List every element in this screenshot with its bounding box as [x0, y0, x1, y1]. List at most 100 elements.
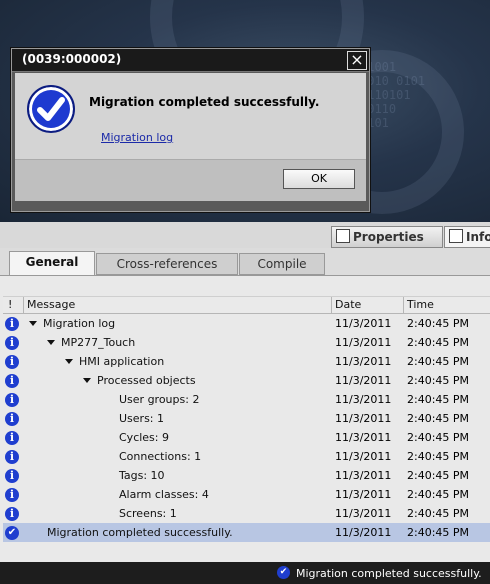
collapse-triangle-icon[interactable]	[65, 359, 73, 364]
time-cell: 2:40:45 PM	[407, 317, 470, 330]
table-row[interactable]: i MP277_Touch 11/3/2011 2:40:45 PM	[3, 333, 490, 352]
tab-info[interactable]: Info	[444, 226, 490, 248]
info-icon: i	[5, 374, 19, 388]
check-icon: ✔	[5, 526, 19, 540]
column-separator[interactable]	[23, 297, 24, 313]
tab-general[interactable]: General	[9, 251, 95, 276]
table-row[interactable]: i Migration log 11/3/2011 2:40:45 PM	[3, 314, 490, 333]
date-cell: 11/3/2011	[335, 374, 392, 387]
message-cell: Migration completed successfully.	[47, 526, 233, 539]
success-check-icon	[27, 85, 75, 133]
inspector-panel: Properties Info General Cross-references…	[0, 222, 490, 562]
column-header-flag[interactable]: !	[8, 298, 12, 311]
close-icon: ×	[350, 50, 364, 69]
column-header-time[interactable]: Time	[407, 298, 434, 311]
sub-tab-strip: General Cross-references Compile	[0, 248, 490, 276]
info-tab-icon	[449, 229, 463, 243]
time-cell: 2:40:45 PM	[407, 374, 470, 387]
close-button[interactable]: ×	[347, 51, 367, 70]
tab-properties[interactable]: Properties	[331, 226, 443, 248]
time-cell: 2:40:45 PM	[407, 412, 470, 425]
message-cell: Users: 1	[119, 412, 165, 425]
table-row[interactable]: i Processed objects 11/3/2011 2:40:45 PM	[3, 371, 490, 390]
date-cell: 11/3/2011	[335, 469, 392, 482]
info-icon: i	[5, 412, 19, 426]
date-cell: 11/3/2011	[335, 526, 392, 539]
date-cell: 11/3/2011	[335, 431, 392, 444]
divider	[0, 275, 490, 276]
message-cell: Alarm classes: 4	[119, 488, 209, 501]
date-cell: 11/3/2011	[335, 507, 392, 520]
info-icon: i	[5, 507, 19, 521]
dialog-footer: OK	[15, 159, 366, 201]
info-icon: i	[5, 336, 19, 350]
tab-info-label: Info	[466, 230, 490, 244]
dialog-titlebar[interactable]: (0039:000002) ×	[12, 49, 369, 72]
message-cell: HMI application	[79, 355, 165, 368]
date-cell: 11/3/2011	[335, 412, 392, 425]
table-row[interactable]: ✔ Migration completed successfully. 11/3/2…	[3, 523, 490, 542]
info-icon: i	[5, 431, 19, 445]
info-icon: i	[5, 488, 19, 502]
dialog-title: (0039:000002)	[22, 52, 122, 66]
message-cell: Cycles: 9	[119, 431, 169, 444]
info-icon: i	[5, 355, 19, 369]
time-cell: 2:40:45 PM	[407, 336, 470, 349]
column-separator[interactable]	[403, 297, 404, 313]
date-cell: 11/3/2011	[335, 393, 392, 406]
status-message[interactable]: Migration completed successfully.	[296, 567, 482, 580]
message-cell: Processed objects	[97, 374, 196, 387]
time-cell: 2:40:45 PM	[407, 355, 470, 368]
table-body: i Migration log 11/3/2011 2:40:45 PM i MP277_…	[3, 314, 490, 542]
date-cell: 11/3/2011	[335, 317, 392, 330]
info-icon: i	[5, 469, 19, 483]
dialog-message: Migration completed successfully.	[89, 95, 320, 109]
message-cell: MP277_Touch	[61, 336, 136, 349]
column-header-message[interactable]: Message	[27, 298, 75, 311]
time-cell: 2:40:45 PM	[407, 450, 470, 463]
dialog-body: Migration completed successfully. Migrat…	[15, 73, 366, 201]
ok-button[interactable]: OK	[283, 169, 355, 189]
collapse-triangle-icon[interactable]	[47, 340, 55, 345]
tab-compile[interactable]: Compile	[239, 253, 325, 275]
info-icon: i	[5, 393, 19, 407]
time-cell: 2:40:45 PM	[407, 488, 470, 501]
collapse-triangle-icon[interactable]	[83, 378, 91, 383]
time-cell: 2:40:45 PM	[407, 469, 470, 482]
tab-properties-label: Properties	[353, 230, 424, 244]
time-cell: 2:40:45 PM	[407, 431, 470, 444]
table-header: ! Message Date Time	[3, 296, 490, 314]
migration-dialog: (0039:000002) × Migration completed succ…	[11, 48, 370, 212]
date-cell: 11/3/2011	[335, 488, 392, 501]
message-table: ! Message Date Time i Migration log 11/3/2…	[3, 296, 490, 542]
time-cell: 2:40:45 PM	[407, 393, 470, 406]
properties-icon	[336, 229, 350, 243]
info-icon: i	[5, 450, 19, 464]
panel-tab-strip: Properties Info	[0, 222, 490, 249]
table-row[interactable]: i User groups: 2 11/3/2011 2:40:45 PM	[3, 390, 490, 409]
table-row[interactable]: i Users: 1 11/3/2011 2:40:45 PM	[3, 409, 490, 428]
table-row[interactable]: i HMI application 11/3/2011 2:40:45 PM	[3, 352, 490, 371]
info-icon: i	[5, 317, 19, 331]
table-row[interactable]: i Cycles: 9 11/3/2011 2:40:45 PM	[3, 428, 490, 447]
status-check-icon: ✔	[277, 566, 290, 579]
tab-cross-references[interactable]: Cross-references	[96, 253, 238, 275]
date-cell: 11/3/2011	[335, 355, 392, 368]
message-cell: Tags: 10	[119, 469, 165, 482]
message-cell: Connections: 1	[119, 450, 202, 463]
date-cell: 11/3/2011	[335, 336, 392, 349]
time-cell: 2:40:45 PM	[407, 526, 470, 539]
table-row[interactable]: i Tags: 10 11/3/2011 2:40:45 PM	[3, 466, 490, 485]
date-cell: 11/3/2011	[335, 450, 392, 463]
message-cell: User groups: 2	[119, 393, 200, 406]
table-row[interactable]: i Connections: 1 11/3/2011 2:40:45 PM	[3, 447, 490, 466]
column-separator[interactable]	[331, 297, 332, 313]
table-row[interactable]: i Screens: 1 11/3/2011 2:40:45 PM	[3, 504, 490, 523]
table-row[interactable]: i Alarm classes: 4 11/3/2011 2:40:45 PM	[3, 485, 490, 504]
time-cell: 2:40:45 PM	[407, 507, 470, 520]
column-header-date[interactable]: Date	[335, 298, 361, 311]
migration-log-link[interactable]: Migration log	[101, 131, 173, 144]
message-cell: Migration log	[43, 317, 116, 330]
collapse-triangle-icon[interactable]	[29, 321, 37, 326]
message-cell: Screens: 1	[119, 507, 177, 520]
